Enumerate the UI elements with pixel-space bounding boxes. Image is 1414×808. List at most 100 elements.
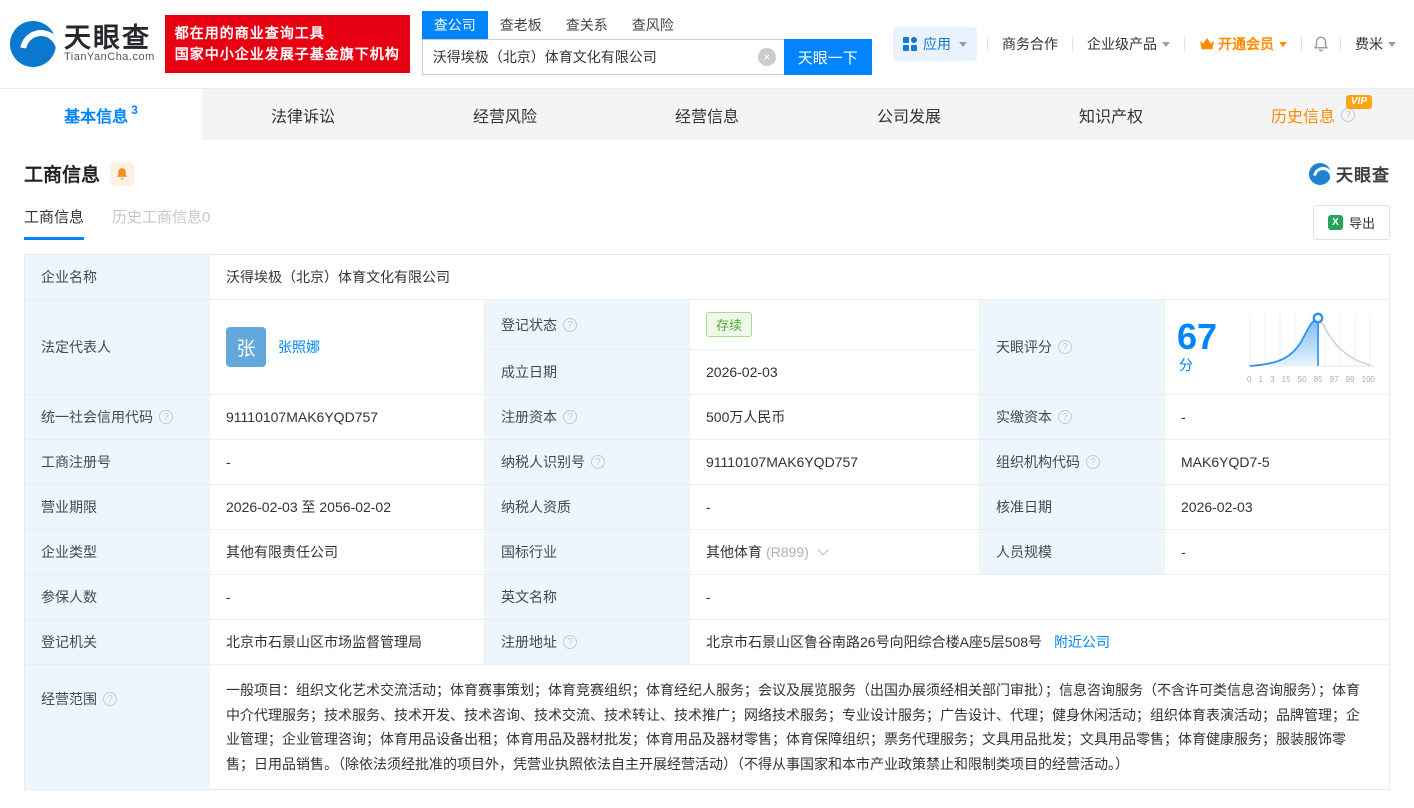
business-term-value: 2026-02-03 至 2056-02-02 <box>210 485 485 529</box>
user-menu[interactable]: 费米 <box>1351 34 1400 54</box>
score-curve-chart: 01 315 5085 9799 100 <box>1245 310 1377 384</box>
score-label: 天眼评分 <box>980 300 1165 394</box>
search-tab-boss[interactable]: 查老板 <box>488 11 554 39</box>
table-row: 企业类型 其他有限责任公司 国标行业 其他体育 (R899) 人员规模 - <box>25 530 1389 575</box>
export-label: 导出 <box>1349 213 1375 232</box>
company-type-label: 企业类型 <box>25 530 210 574</box>
help-icon[interactable] <box>1058 340 1072 354</box>
watermark-logo-icon <box>1309 163 1331 185</box>
approval-date-value: 2026-02-03 <box>1165 485 1389 529</box>
header-nav: 应用 商务合作 企业级产品 开通会员 费米 <box>893 27 1400 61</box>
tab-label: 法律诉讼 <box>271 103 335 127</box>
table-row: 营业期限 2026-02-03 至 2056-02-02 纳税人资质 - 核准日… <box>25 485 1389 530</box>
help-icon[interactable] <box>159 410 173 424</box>
registry-label: 登记机关 <box>25 620 210 664</box>
company-type-value: 其他有限责任公司 <box>210 530 485 574</box>
reg-capital-label: 注册资本 <box>485 395 690 439</box>
apps-menu[interactable]: 应用 <box>893 27 977 61</box>
section-title: 工商信息 <box>24 160 100 187</box>
subtab-business-info[interactable]: 工商信息 <box>24 206 84 240</box>
establish-date-value: 2026-02-03 <box>690 350 979 394</box>
org-code-value: MAK6YQD7-5 <box>1165 440 1389 484</box>
company-name-value: 沃得埃极（北京）体育文化有限公司 <box>210 255 1389 299</box>
divider <box>1301 37 1302 51</box>
establish-date-label: 成立日期 <box>485 350 690 394</box>
help-icon[interactable] <box>1341 108 1355 122</box>
tab-operation-info[interactable]: 经营信息 <box>606 89 808 140</box>
top-header: 天眼查 TianYanCha.com 都在用的商业查询工具 国家中小企业发展子基… <box>0 0 1414 88</box>
table-row: 企业名称 沃得埃极（北京）体育文化有限公司 <box>25 255 1389 300</box>
table-row: 经营范围 一般项目：组织文化艺术交流活动；体育赛事策划；体育竞赛组织；体育经纪人… <box>25 665 1389 789</box>
help-icon[interactable] <box>103 692 117 706</box>
score-value: 67 <box>1177 316 1217 357</box>
help-icon[interactable] <box>591 455 605 469</box>
subscribe-bell-icon[interactable] <box>110 162 134 186</box>
search-tab-relation[interactable]: 查关系 <box>554 11 620 39</box>
chevron-down-icon[interactable] <box>817 544 828 555</box>
help-icon[interactable] <box>1058 410 1072 424</box>
address-cell: 北京市石景山区鲁谷南路26号向阳综合楼A座5层508号 附近公司 <box>690 620 1389 664</box>
crown-icon <box>1199 37 1215 51</box>
status-date-stack: 登记状态 存续 成立日期 2026-02-03 <box>485 300 980 394</box>
help-icon[interactable] <box>1086 455 1100 469</box>
staff-size-label: 人员规模 <box>980 530 1165 574</box>
excel-icon: X <box>1328 215 1343 230</box>
vip-badge: VIP <box>1346 95 1372 109</box>
tab-company-development[interactable]: 公司发展 <box>808 89 1010 140</box>
industry-code: (R899) <box>766 544 809 560</box>
tab-label: 基本信息 <box>64 103 128 127</box>
industry-cell[interactable]: 其他体育 (R899) <box>690 530 980 574</box>
search-input[interactable] <box>422 39 784 75</box>
reg-number-label: 工商注册号 <box>25 440 210 484</box>
tab-operation-risk[interactable]: 经营风险 <box>404 89 606 140</box>
nav-enterprise-products[interactable]: 企业级产品 <box>1083 34 1174 54</box>
username-label: 费米 <box>1355 34 1383 54</box>
notification-bell-icon[interactable] <box>1312 35 1330 53</box>
apps-grid-icon <box>903 37 917 51</box>
divider <box>987 37 988 51</box>
table-row: 参保人数 - 英文名称 - <box>25 575 1389 620</box>
avatar[interactable]: 张 <box>226 327 266 367</box>
legal-rep-link[interactable]: 张照娜 <box>278 337 320 357</box>
logo-brand-text: 天眼查 <box>64 24 155 52</box>
nearby-companies-link[interactable]: 附近公司 <box>1054 632 1110 652</box>
business-info-table: 企业名称 沃得埃极（北京）体育文化有限公司 法定代表人 张 张照娜 登记状态 存… <box>24 254 1390 790</box>
cooperation-label: 商务合作 <box>1002 34 1058 54</box>
tab-legal-proceedings[interactable]: 法律诉讼 <box>202 89 404 140</box>
score-cell[interactable]: 67分 <box>1165 300 1389 394</box>
help-icon[interactable] <box>563 318 577 332</box>
help-icon[interactable] <box>563 410 577 424</box>
slogan-banner: 都在用的商业查询工具 国家中小企业发展子基金旗下机构 <box>165 15 410 73</box>
clear-search-icon[interactable]: × <box>758 48 776 66</box>
tab-basic-info[interactable]: 基本信息 3 <box>0 89 202 140</box>
tianyancha-logo[interactable]: 天眼查 TianYanCha.com <box>10 21 155 67</box>
nav-open-vip[interactable]: 开通会员 <box>1195 34 1291 54</box>
nav-business-cooperation[interactable]: 商务合作 <box>998 34 1062 54</box>
help-icon[interactable] <box>563 635 577 649</box>
search-tab-company[interactable]: 查公司 <box>422 11 488 39</box>
search-button[interactable]: 天眼一下 <box>784 39 872 75</box>
business-term-label: 营业期限 <box>25 485 210 529</box>
tab-intellectual-property[interactable]: 知识产权 <box>1010 89 1212 140</box>
insured-label: 参保人数 <box>25 575 210 619</box>
search-tab-risk[interactable]: 查风险 <box>620 11 686 39</box>
address-label: 注册地址 <box>485 620 690 664</box>
tab-count-badge: 3 <box>131 103 138 117</box>
logo-domain-text: TianYanCha.com <box>64 52 155 64</box>
export-button[interactable]: X 导出 <box>1313 205 1390 240</box>
industry-value: 其他体育 <box>706 542 762 562</box>
taxpayer-id-value: 91110107MAK6YQD757 <box>690 440 980 484</box>
industry-label: 国标行业 <box>485 530 690 574</box>
scope-label: 经营范围 <box>25 665 210 789</box>
credit-code-value: 91110107MAK6YQD757 <box>210 395 485 439</box>
approval-date-label: 核准日期 <box>980 485 1165 529</box>
tab-history-info[interactable]: VIP 历史信息 <box>1212 89 1414 140</box>
table-row: 法定代表人 张 张照娜 登记状态 存续 成立日期 2026-02-03 <box>25 300 1389 395</box>
divider <box>1340 37 1341 51</box>
subtab-history-business-info[interactable]: 历史工商信息0 <box>112 206 210 240</box>
english-name-label: 英文名称 <box>485 575 690 619</box>
staff-size-value: - <box>1165 530 1389 574</box>
tab-label: 知识产权 <box>1079 103 1143 127</box>
score-unit: 分 <box>1179 357 1193 373</box>
reg-status-label: 登记状态 <box>485 300 690 349</box>
